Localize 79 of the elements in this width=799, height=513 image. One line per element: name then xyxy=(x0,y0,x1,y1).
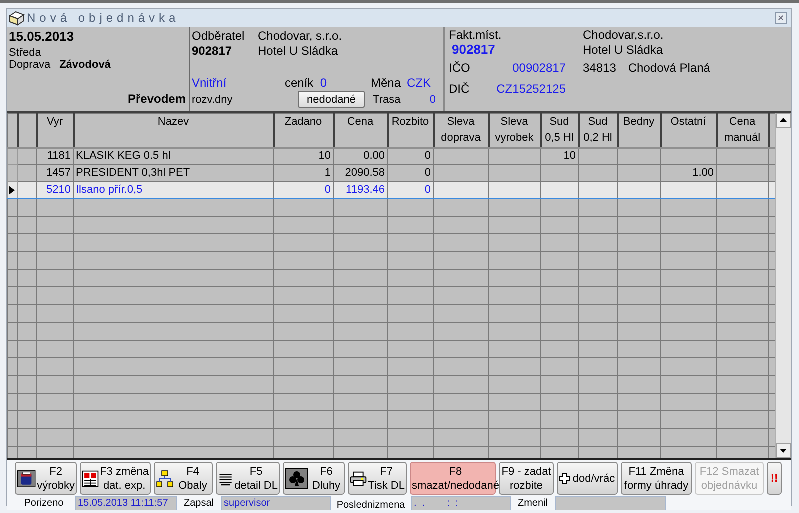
scroll-down-icon[interactable] xyxy=(776,443,791,458)
table-cell: 10 xyxy=(540,148,578,164)
function-button[interactable]: F3 změna dat. exp. xyxy=(80,462,151,495)
status-field: supervisor xyxy=(221,496,331,510)
column-header[interactable]: Sleva vyrobek xyxy=(488,114,540,148)
column-header[interactable]: Sud 0,2 Hl xyxy=(578,114,618,148)
row-pointer-icon xyxy=(9,186,15,194)
column-header[interactable]: Nazev xyxy=(74,114,274,148)
status-label: Poslednizmena xyxy=(336,500,406,510)
table-cell: 0 xyxy=(388,182,434,198)
ico-label: IČO xyxy=(449,61,470,75)
pricelist-value: 0 xyxy=(319,76,327,90)
table-cell: Ilsano přír.0,5 xyxy=(74,182,274,198)
table-cell: 0 xyxy=(388,148,434,164)
function-button[interactable]: !! xyxy=(767,462,782,495)
dic-value: CZ15252125 xyxy=(496,82,566,96)
customer-name: Chodovar, s.r.o. xyxy=(258,29,342,43)
undelivered-button[interactable]: nedodané xyxy=(298,91,365,108)
dic-label: DIČ xyxy=(449,82,470,96)
window-title: Nová objednávka xyxy=(27,11,181,25)
close-icon[interactable] xyxy=(775,12,787,24)
order-date: 15.05.2013 xyxy=(9,29,76,44)
status-label: Zapsal xyxy=(182,498,215,508)
delivery-days-label: rozv.dny xyxy=(192,94,234,106)
column-header[interactable]: Sud 0,5 Hl xyxy=(540,114,578,148)
column-header[interactable]: Cena manuál xyxy=(716,114,768,148)
calendar-icon xyxy=(82,468,100,488)
currency-label: Měna xyxy=(371,76,402,90)
billing-name: Chodovar,s.r.o. xyxy=(583,28,664,42)
route-label: Trasa xyxy=(373,94,402,106)
table-cell: 10 xyxy=(274,148,334,164)
table-cell: 0 xyxy=(274,182,334,198)
status-label: Porizeno xyxy=(23,498,65,508)
printer-icon xyxy=(350,470,368,486)
column-header[interactable]: Sleva doprava xyxy=(434,114,488,148)
payment-method: Převodem xyxy=(128,92,186,106)
club-icon xyxy=(285,468,309,490)
function-button[interactable]: dod/vrác xyxy=(557,462,618,495)
zone-value: Vnitřní xyxy=(192,76,228,90)
table-cell: KLASIK KEG 0.5 hl xyxy=(74,148,274,164)
table-cell: 1181 xyxy=(36,148,74,164)
customer-place: Hotel U Sládka xyxy=(258,44,338,58)
billing-place: Hotel U Sládka xyxy=(583,42,664,56)
currency-value: CZK xyxy=(407,76,431,90)
status-field: . . : : xyxy=(411,496,511,510)
column-header[interactable]: Cena xyxy=(334,114,388,148)
function-button[interactable]: F5 detail DL xyxy=(216,462,280,495)
column-header[interactable]: Ostatní xyxy=(660,114,716,148)
route-value: 0 xyxy=(428,94,436,106)
window-icon xyxy=(9,10,25,26)
column-header[interactable]: Rozbito xyxy=(388,114,434,148)
column-header[interactable]: Zadano xyxy=(274,114,334,148)
scroll-up-icon[interactable] xyxy=(776,113,791,128)
billing-id: 902817 xyxy=(452,42,496,57)
column-header[interactable]: Vyr xyxy=(36,114,74,148)
weekday-text: Středa xyxy=(9,47,42,59)
ico-value: 00902817 xyxy=(512,61,566,75)
function-button[interactable]: F9 - zadat rozbite xyxy=(499,462,554,495)
transport-label: Doprava xyxy=(9,59,51,71)
function-button[interactable]: F4 Obaly xyxy=(154,462,213,495)
table-cell: 1193.46 xyxy=(334,182,388,198)
city-name: Chodová Planá xyxy=(628,61,710,75)
table-cell: 5210 xyxy=(36,182,74,198)
function-button[interactable]: F7 Tisk DL xyxy=(348,462,407,495)
status-field: 15.05.2013 11:11:57 xyxy=(75,496,177,510)
customer-id: 902817 xyxy=(192,44,234,58)
function-button[interactable]: F6 Dluhy xyxy=(283,462,345,495)
zip-code: 34813 xyxy=(583,61,616,75)
function-button[interactable]: F2 výrobky xyxy=(15,462,77,495)
table-cell: 0.00 xyxy=(334,148,388,164)
transport-value: Závodová xyxy=(60,59,111,71)
diagram-icon xyxy=(156,470,174,488)
status-label: Zmenil xyxy=(516,498,549,508)
plus-icon xyxy=(559,472,571,484)
billing-label: Fakt.míst. xyxy=(449,28,502,42)
function-button[interactable]: F11 Změna formy úhrady xyxy=(621,462,692,495)
customer-label: Odběratel xyxy=(192,29,246,43)
column-header[interactable]: Bedny xyxy=(618,114,660,148)
pricelist-label: ceník xyxy=(285,76,315,90)
